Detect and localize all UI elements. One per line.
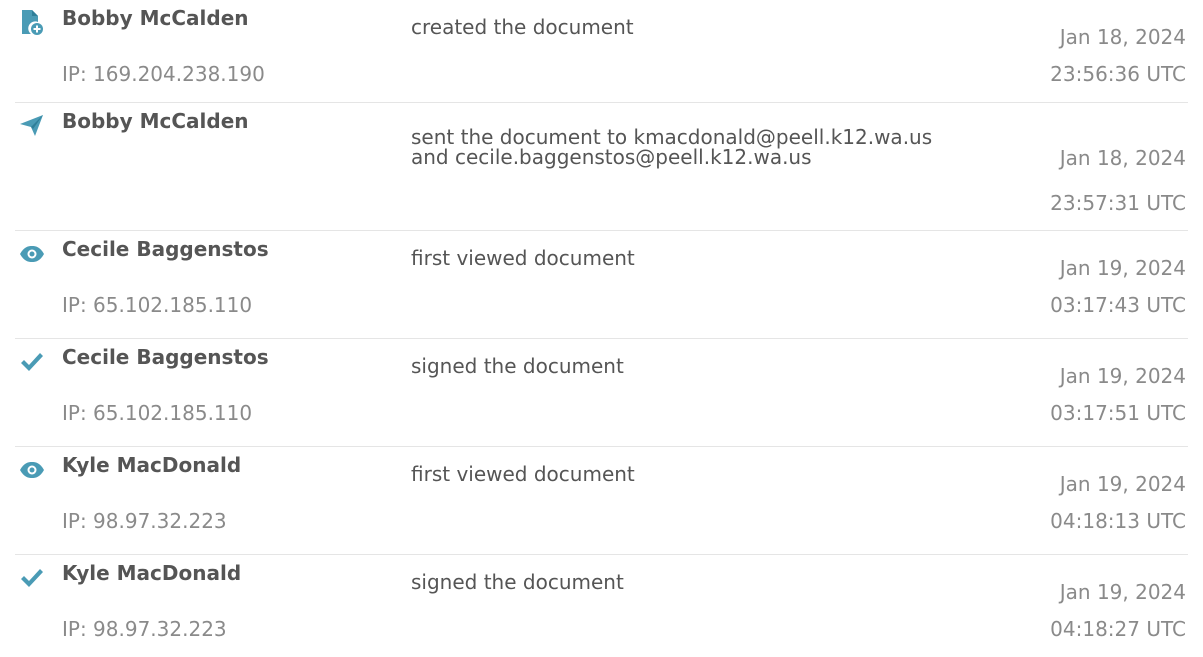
event-date: Jan 18, 2024	[1059, 25, 1186, 49]
event-action: first viewed document	[411, 248, 1011, 268]
event-action-line: and cecile.baggenstos@peell.k12.wa.us	[411, 145, 812, 169]
event-action-line: first viewed document	[411, 462, 635, 486]
eye-icon	[17, 455, 47, 485]
event-action-line: first viewed document	[411, 246, 635, 270]
event-action-line: sent the document to kmacdonald@peell.k1…	[411, 125, 933, 149]
event-date: Jan 19, 2024	[1059, 364, 1186, 388]
checkmark-icon	[17, 563, 47, 593]
event-time: 03:17:43 UTC	[1050, 293, 1186, 317]
event-date: Jan 19, 2024	[1059, 580, 1186, 604]
actor-name: Kyle MacDonald	[62, 561, 242, 585]
actor-name: Bobby McCalden	[62, 109, 249, 133]
event-time: 23:57:31 UTC	[1050, 191, 1186, 215]
event-date: Jan 18, 2024	[1059, 146, 1186, 170]
event-action-line: created the document	[411, 15, 634, 39]
audit-event-row: Cecile Baggenstos IP: 65.102.185.110 sig…	[15, 339, 1188, 447]
actor-ip-address: IP: 65.102.185.110	[62, 293, 253, 317]
event-action-line: signed the document	[411, 570, 624, 594]
audit-event-row: Bobby McCalden IP: 169.204.238.190 creat…	[15, 0, 1188, 103]
eye-icon	[17, 239, 47, 269]
event-time: 03:17:51 UTC	[1050, 401, 1186, 425]
event-time: 23:56:36 UTC	[1050, 62, 1186, 86]
event-action: signed the document	[411, 572, 1011, 592]
actor-name: Cecile Baggenstos	[62, 237, 269, 261]
event-action: first viewed document	[411, 464, 1011, 484]
event-time: 04:18:13 UTC	[1050, 509, 1186, 533]
document-add-icon	[17, 8, 47, 38]
paper-plane-icon	[17, 111, 47, 141]
event-action: created the document	[411, 17, 1011, 37]
event-action: signed the document	[411, 356, 1011, 376]
actor-ip-address: IP: 169.204.238.190	[62, 62, 265, 86]
audit-event-row: Bobby McCalden sent the document to kmac…	[15, 103, 1188, 231]
audit-event-row: Kyle MacDonald IP: 98.97.32.223 signed t…	[15, 555, 1188, 657]
audit-trail-list: Bobby McCalden IP: 169.204.238.190 creat…	[0, 0, 1203, 657]
actor-ip-address: IP: 98.97.32.223	[62, 509, 227, 533]
checkmark-icon	[17, 347, 47, 377]
event-date: Jan 19, 2024	[1059, 256, 1186, 280]
audit-event-row: Kyle MacDonald IP: 98.97.32.223 first vi…	[15, 447, 1188, 555]
actor-name: Kyle MacDonald	[62, 453, 242, 477]
actor-name: Cecile Baggenstos	[62, 345, 269, 369]
event-action-line: signed the document	[411, 354, 624, 378]
actor-name: Bobby McCalden	[62, 6, 249, 30]
audit-event-row: Cecile Baggenstos IP: 65.102.185.110 fir…	[15, 231, 1188, 339]
actor-ip-address: IP: 65.102.185.110	[62, 401, 253, 425]
event-action: sent the document to kmacdonald@peell.k1…	[411, 127, 1011, 167]
event-time: 04:18:27 UTC	[1050, 617, 1186, 641]
event-date: Jan 19, 2024	[1059, 472, 1186, 496]
actor-ip-address: IP: 98.97.32.223	[62, 617, 227, 641]
